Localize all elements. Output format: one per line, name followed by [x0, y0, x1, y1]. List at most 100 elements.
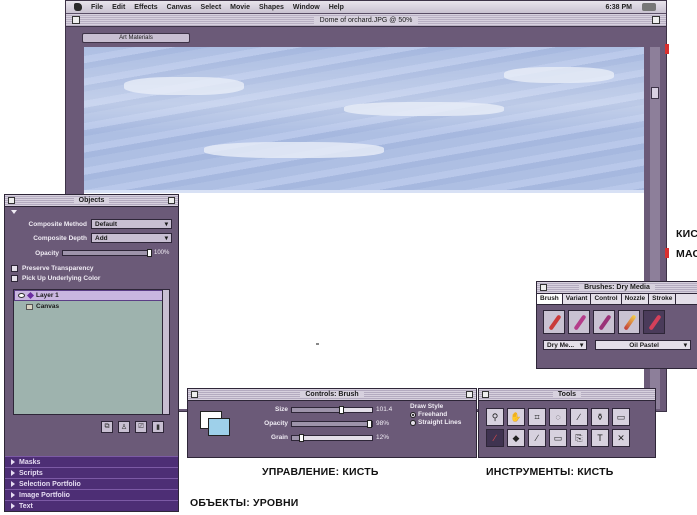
freehand-option[interactable]: Freehand: [410, 411, 474, 418]
window-zoom-icon[interactable]: [652, 16, 660, 24]
apple-menu-icon[interactable]: [74, 3, 82, 11]
tab-stroke[interactable]: Stroke: [649, 294, 677, 304]
dropper-icon[interactable]: ⚱: [591, 408, 609, 426]
preserve-transparency-row[interactable]: Preserve Transparency: [5, 263, 178, 273]
primary-color-swatch[interactable]: [208, 418, 230, 436]
section-masks[interactable]: Masks: [5, 456, 178, 467]
layer-item-canvas[interactable]: Canvas: [14, 301, 169, 312]
composite-method-select[interactable]: Default ▾: [91, 219, 172, 229]
cross-icon[interactable]: ✕: [612, 429, 630, 447]
controls-palette-titlebar[interactable]: Controls: Brush: [188, 389, 476, 401]
eye-icon[interactable]: [18, 293, 25, 298]
straight-lines-option[interactable]: Straight Lines: [410, 419, 474, 426]
brush-category-value: Dry Me...: [547, 341, 575, 349]
menu-window[interactable]: Window: [293, 4, 320, 11]
tab-variant[interactable]: Variant: [563, 294, 592, 304]
dynamic-plugin-icon[interactable]: ♙: [118, 421, 130, 433]
menu-select[interactable]: Select: [201, 4, 222, 11]
slider-knob[interactable]: [367, 419, 373, 428]
layers-scrollbar[interactable]: [162, 290, 169, 414]
menu-effects[interactable]: Effects: [134, 4, 157, 11]
disclosure-right-icon: [11, 470, 15, 476]
magnifier-icon[interactable]: ⚲: [486, 408, 504, 426]
charcoal-brush-icon[interactable]: [593, 310, 615, 334]
palette-collapse-icon[interactable]: [168, 197, 175, 204]
straight-lines-radio[interactable]: [410, 419, 416, 426]
section-image-portfolio[interactable]: Image Portfolio: [5, 489, 178, 500]
stamp-icon[interactable]: ⎘: [570, 429, 588, 447]
window-close-icon[interactable]: [72, 16, 80, 24]
tab-control[interactable]: Control: [591, 294, 622, 304]
layer-opacity-slider[interactable]: [62, 249, 152, 257]
document-toolbar: Art Materials: [66, 27, 666, 47]
pencil-brush-icon[interactable]: [543, 310, 565, 334]
menu-edit[interactable]: Edit: [112, 4, 125, 11]
chalk-brush-icon[interactable]: [568, 310, 590, 334]
caption-objects-layers: ОБЪЕКТЫ: УРОВНИ: [190, 497, 299, 509]
palette-collapse-icon[interactable]: [466, 391, 473, 398]
section-selection-portfolio[interactable]: Selection Portfolio: [5, 478, 178, 489]
dry-media-brush-icon[interactable]: [643, 310, 665, 334]
composite-depth-select[interactable]: Add ▾: [91, 233, 172, 243]
freehand-radio[interactable]: [410, 411, 416, 418]
delete-layer-icon[interactable]: ▮: [152, 421, 164, 433]
slider-knob[interactable]: [147, 249, 152, 257]
pen-icon[interactable]: ∕: [528, 429, 546, 447]
tools-palette-titlebar[interactable]: Tools: [479, 389, 655, 401]
pick-up-underlying-checkbox[interactable]: [11, 274, 18, 282]
grabber-icon[interactable]: ✋: [507, 408, 525, 426]
palette-close-icon[interactable]: [482, 391, 489, 398]
menu-shapes[interactable]: Shapes: [259, 4, 284, 11]
application-menu-icon[interactable]: [642, 3, 656, 11]
painted-sky: [84, 47, 644, 193]
layer-opacity-label: Opacity: [35, 249, 59, 257]
brushes-palette-titlebar[interactable]: Brushes: Dry Media: [537, 282, 697, 294]
crop-icon[interactable]: ⌗: [528, 408, 546, 426]
opacity-slider[interactable]: [291, 419, 373, 428]
section-scripts[interactable]: Scripts: [5, 467, 178, 478]
lasso-icon[interactable]: ◌: [549, 408, 567, 426]
palette-close-icon[interactable]: [8, 197, 15, 204]
menu-movie[interactable]: Movie: [230, 4, 250, 11]
brush-variant-select[interactable]: Oil Pastel ▾: [595, 340, 691, 350]
objects-palette: Objects Composite Method Default ▾ Compo…: [4, 194, 179, 512]
text-icon[interactable]: T: [591, 429, 609, 447]
layers-section-header[interactable]: [5, 207, 178, 217]
freehand-label: Freehand: [418, 411, 448, 418]
brush-icon[interactable]: ∕: [570, 408, 588, 426]
new-layer-icon[interactable]: ⧉: [101, 421, 113, 433]
menu-canvas[interactable]: Canvas: [167, 4, 192, 11]
art-materials-button[interactable]: Art Materials: [82, 33, 190, 43]
scrollbar-thumb[interactable]: [651, 87, 659, 99]
brush-active-icon[interactable]: ∕: [486, 429, 504, 447]
red-marker: [665, 248, 669, 258]
brush-strip: [537, 305, 697, 334]
cloud-stroke: [124, 77, 244, 95]
pick-up-underlying-label: Pick Up Underlying Color: [22, 274, 101, 282]
menu-help[interactable]: Help: [329, 4, 344, 11]
slider-knob[interactable]: [338, 405, 344, 414]
palette-close-icon[interactable]: [191, 391, 198, 398]
rectangle-icon[interactable]: ▭: [612, 408, 630, 426]
tab-brush[interactable]: Brush: [537, 294, 563, 304]
palette-close-icon[interactable]: [540, 284, 547, 291]
section-label: Image Portfolio: [19, 491, 70, 499]
objects-palette-titlebar[interactable]: Objects: [5, 195, 178, 207]
layer-item-layer-1[interactable]: Layer 1: [14, 290, 169, 301]
rect-select-icon[interactable]: ▭: [549, 429, 567, 447]
grain-slider[interactable]: [291, 433, 373, 442]
menu-file[interactable]: File: [91, 4, 103, 11]
crayon-brush-icon[interactable]: [618, 310, 640, 334]
brush-category-select[interactable]: Dry Me... ▾: [543, 340, 588, 350]
section-text[interactable]: Text: [5, 500, 178, 511]
preserve-transparency-checkbox[interactable]: [11, 264, 18, 272]
slider-knob[interactable]: [298, 433, 304, 442]
size-slider[interactable]: [291, 405, 373, 414]
document-titlebar[interactable]: Dome of orchard.JPG @ 50%: [66, 14, 666, 27]
paint-bucket-icon[interactable]: ◆: [507, 429, 525, 447]
layer-mask-icon[interactable]: ⎚: [135, 421, 147, 433]
disclosure-down-icon[interactable]: [11, 210, 17, 214]
pick-up-underlying-row[interactable]: Pick Up Underlying Color: [5, 273, 178, 283]
tab-nozzle[interactable]: Nozzle: [622, 294, 650, 304]
dropdown-arrow-icon: ▾: [164, 221, 168, 228]
